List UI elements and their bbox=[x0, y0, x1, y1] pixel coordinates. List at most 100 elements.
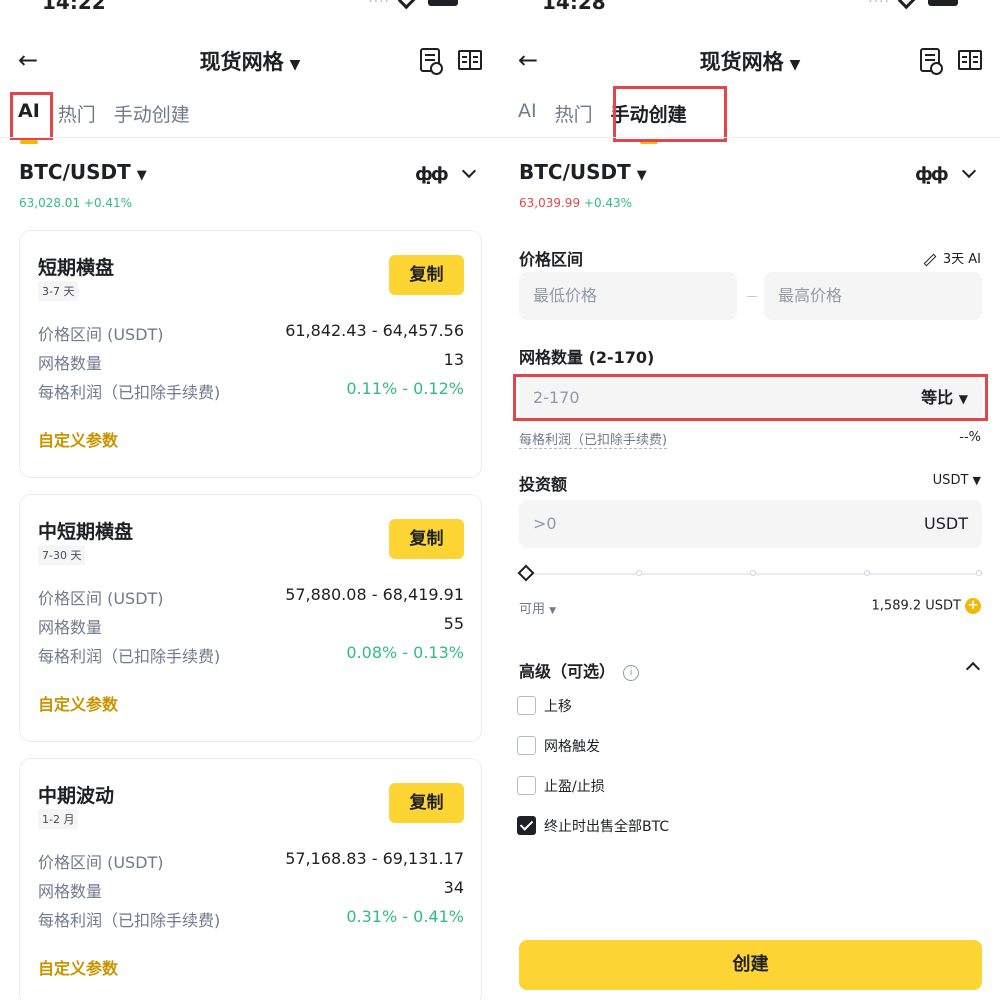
profit-label: 每格利润（已扣除手续费) bbox=[38, 383, 221, 402]
profit-row: 每格利润（已扣除手续费) 0.31% - 0.41% bbox=[38, 907, 464, 931]
trading-pair-selector[interactable]: BTC/USDT ▼ bbox=[519, 160, 647, 184]
invest-currency-selector[interactable]: USDT ▼ bbox=[933, 473, 981, 488]
profit-per-grid-label: 每格利润（已扣除手续费) bbox=[519, 429, 668, 449]
invest-input[interactable]: >0 USDT bbox=[519, 500, 982, 548]
chevron-down-icon[interactable] bbox=[961, 163, 977, 179]
profit-label: 每格利润（已扣除手续费) bbox=[38, 647, 221, 666]
order-history-icon[interactable] bbox=[920, 48, 943, 75]
card-title: 中短期横盘 bbox=[38, 521, 134, 543]
advanced-label[interactable]: 高级（可选） i bbox=[519, 658, 640, 682]
ai-suggest-text: 3天 AI bbox=[942, 252, 981, 267]
card-duration-badge: 3-7 天 bbox=[38, 281, 79, 301]
tab-hot[interactable]: 热门 bbox=[58, 96, 96, 136]
custom-params-link[interactable]: 自定义参数 bbox=[38, 427, 118, 451]
grid-count-value: 34 bbox=[443, 878, 464, 897]
candlestick-icon[interactable]: ф̣ф bbox=[415, 164, 449, 185]
highlight-box-manual-tab bbox=[613, 86, 727, 142]
status-time: 14:28 bbox=[542, 0, 606, 14]
caret-down-icon: ▼ bbox=[972, 474, 981, 487]
available-value: 1,589.2 USDT bbox=[871, 598, 961, 614]
card-duration-badge: 1-2 月 bbox=[38, 809, 79, 829]
caret-down-icon: ▼ bbox=[289, 57, 301, 73]
profit-value: 0.31% - 0.41% bbox=[346, 907, 464, 926]
card-duration-badge: 7-30 天 bbox=[38, 545, 86, 565]
caret-down-icon: ▼ bbox=[636, 168, 647, 183]
checkbox-icon[interactable] bbox=[517, 736, 536, 755]
status-bar: 14:28 ···· bbox=[500, 0, 1000, 20]
highlight-box-ai-tab bbox=[10, 92, 53, 140]
pair-price: 63,028.01 bbox=[19, 196, 81, 210]
option-label: 终止时出售全部BTC bbox=[544, 819, 670, 835]
checkbox-checked-icon[interactable] bbox=[517, 816, 536, 835]
battery-icon bbox=[428, 0, 458, 6]
guide-book-icon[interactable] bbox=[458, 50, 482, 70]
copy-button[interactable]: 复制 bbox=[389, 255, 464, 295]
invest-suffix: USDT bbox=[924, 514, 968, 533]
order-history-icon[interactable] bbox=[420, 48, 443, 75]
grid-count-label: 网格数量 (2-170) bbox=[519, 348, 655, 367]
strategy-card: 短期横盘 3-7 天 复制 价格区间 (USDT) 61,842.43 - 64… bbox=[19, 230, 482, 478]
signal-icon: ···· bbox=[868, 0, 890, 10]
tab-hot[interactable]: 热门 bbox=[555, 96, 593, 136]
invest-label: 投资额 bbox=[519, 475, 568, 494]
create-button[interactable]: 创建 bbox=[519, 940, 982, 990]
custom-params-link[interactable]: 自定义参数 bbox=[38, 691, 118, 715]
strategy-card: 中短期横盘 7-30 天 复制 价格区间 (USDT) 57,880.08 - … bbox=[19, 494, 482, 742]
range-label: 价格区间 (USDT) bbox=[38, 589, 164, 608]
min-price-input[interactable]: 最低价格 bbox=[519, 272, 737, 320]
left-screen: 14:22 ···· ← 现货网格 ▼ AI 热门 手动创建 BTC/USDT ▼ … bbox=[0, 0, 500, 1000]
card-title: 中期波动 bbox=[38, 785, 115, 807]
divider bbox=[500, 137, 1000, 138]
range-separator bbox=[747, 296, 757, 297]
grid-count-row: 网格数量 55 bbox=[38, 614, 464, 638]
max-price-input[interactable]: 最高价格 bbox=[764, 272, 982, 320]
coin-plus-icon[interactable]: + bbox=[965, 598, 981, 614]
page-title-text: 现货网格 bbox=[699, 50, 784, 74]
pen-icon bbox=[923, 253, 937, 266]
range-row: 价格区间 (USDT) 57,880.08 - 68,419.91 bbox=[38, 585, 464, 609]
max-price-placeholder: 最高价格 bbox=[778, 286, 843, 305]
tab-ai[interactable]: AI bbox=[518, 96, 537, 136]
checkbox-icon[interactable] bbox=[517, 776, 536, 795]
page-title-text: 现货网格 bbox=[199, 50, 284, 74]
checkbox-icon[interactable] bbox=[517, 696, 536, 715]
caret-down-icon: ▼ bbox=[549, 606, 557, 616]
option-label: 止盈/止损 bbox=[544, 779, 605, 795]
slider-tick bbox=[864, 570, 870, 576]
profit-row: 每格利润（已扣除手续费) 0.11% - 0.12% bbox=[38, 379, 464, 403]
profit-value: 0.08% - 0.13% bbox=[346, 643, 464, 662]
profit-label: 每格利润（已扣除手续费) bbox=[38, 911, 221, 930]
copy-button[interactable]: 复制 bbox=[389, 783, 464, 823]
available-label-text: 可用 bbox=[519, 602, 546, 617]
trading-pair-selector[interactable]: BTC/USDT ▼ bbox=[19, 160, 147, 184]
highlight-box-grid-count bbox=[513, 374, 988, 421]
strategy-card: 中期波动 1-2 月 复制 价格区间 (USDT) 57,168.83 - 69… bbox=[19, 758, 482, 1000]
grid-count-value: 55 bbox=[443, 614, 464, 633]
tab-manual[interactable]: 手动创建 bbox=[114, 96, 190, 136]
invest-slider[interactable] bbox=[524, 570, 982, 576]
copy-button[interactable]: 复制 bbox=[389, 519, 464, 559]
available-label: 可用 ▼ bbox=[519, 598, 556, 617]
slider-tick bbox=[976, 570, 982, 576]
card-title: 短期横盘 bbox=[38, 257, 115, 279]
info-icon[interactable]: i bbox=[623, 664, 640, 681]
status-bar: 14:22 ···· bbox=[0, 0, 500, 20]
chevron-up-icon[interactable] bbox=[965, 661, 981, 677]
invest-currency: USDT bbox=[932, 473, 969, 488]
candlestick-icon[interactable]: ф̣ф bbox=[915, 164, 949, 185]
guide-book-icon[interactable] bbox=[958, 50, 982, 70]
pair-price-line: 63,039.99 +0.43% bbox=[519, 196, 632, 210]
slider-handle[interactable] bbox=[517, 564, 535, 582]
min-price-placeholder: 最低价格 bbox=[533, 286, 598, 305]
caret-down-icon: ▼ bbox=[136, 168, 147, 183]
range-label: 价格区间 (USDT) bbox=[38, 853, 164, 872]
battery-icon bbox=[928, 0, 958, 6]
grid-count-label: 网格数量 bbox=[38, 882, 103, 901]
ai-suggest-link[interactable]: 3天 AI bbox=[923, 248, 981, 267]
grid-count-row: 网格数量 13 bbox=[38, 350, 464, 374]
wifi-icon bbox=[897, 0, 917, 10]
chevron-down-icon[interactable] bbox=[461, 163, 477, 179]
available-balance: 1,589.2 USDT + bbox=[872, 598, 981, 614]
pair-price-line: 63,028.01 +0.41% bbox=[19, 196, 132, 210]
custom-params-link[interactable]: 自定义参数 bbox=[38, 955, 118, 979]
